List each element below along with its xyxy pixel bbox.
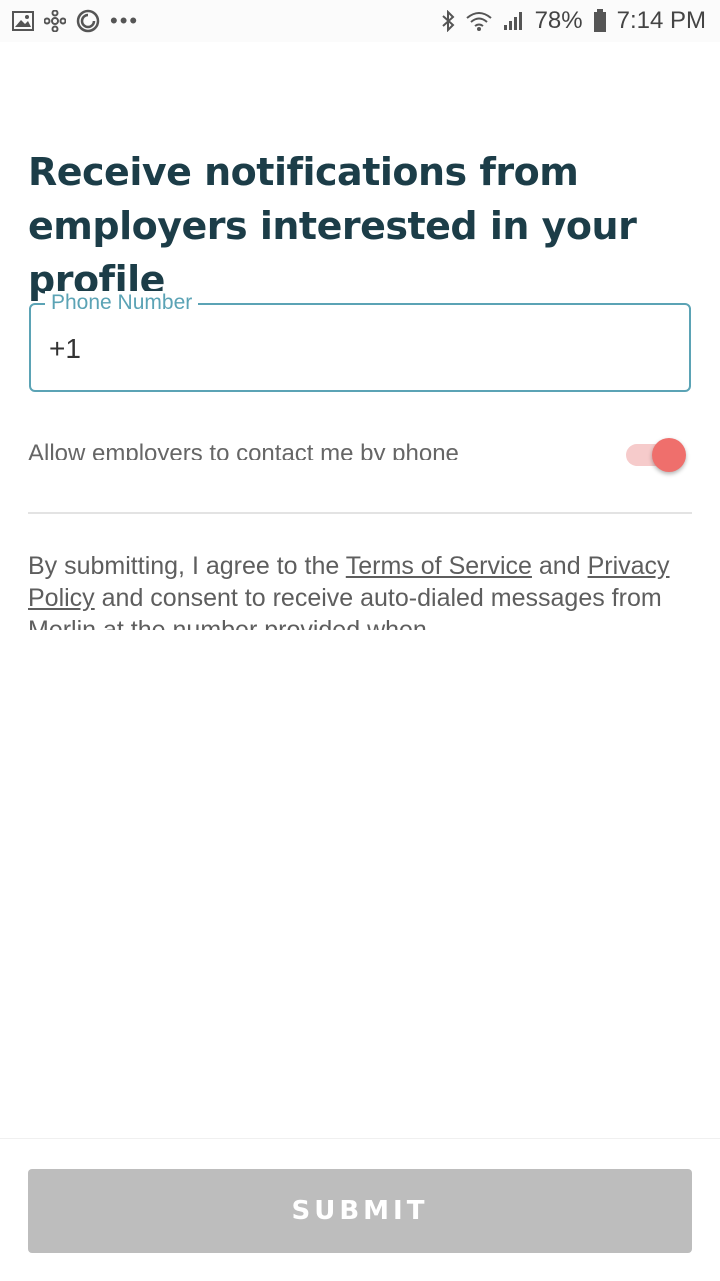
status-left: •••	[12, 9, 139, 33]
wifi-icon	[465, 10, 493, 32]
contact-toggle-row: Allow employers to contact me by phone	[28, 430, 692, 482]
switch-thumb	[652, 438, 686, 472]
phone-number-input[interactable]: +1	[49, 333, 81, 365]
contact-toggle-switch[interactable]	[626, 438, 686, 474]
terms-and: and	[531, 552, 588, 580]
phone-number-field[interactable]: Phone Number +1	[29, 291, 691, 392]
battery-icon	[593, 9, 607, 33]
phone-number-label: Phone Number	[45, 291, 199, 315]
status-bar: ••• 78% 7:14 PM	[0, 0, 720, 42]
image-icon	[12, 11, 34, 31]
divider	[28, 512, 692, 514]
pinwheel-icon	[44, 10, 66, 32]
bottom-bar: SUBMIT	[0, 1138, 720, 1281]
terms-of-service-link[interactable]: Terms of Service	[346, 552, 532, 580]
bluetooth-icon	[441, 10, 455, 32]
clock: 7:14 PM	[616, 7, 706, 34]
terms-prefix: By submitting, I agree to the	[28, 552, 346, 580]
terms-suffix: and consent to receive auto-dialed messa…	[28, 584, 662, 630]
submit-button[interactable]: SUBMIT	[28, 1169, 692, 1253]
sync-icon	[76, 9, 100, 33]
contact-toggle-label: Allow employers to contact me by phone	[28, 440, 459, 460]
more-dots-icon: •••	[110, 8, 140, 33]
page-title: Receive notifications from employers int…	[28, 150, 637, 302]
terms-text: By submitting, I agree to the Terms of S…	[28, 550, 692, 630]
battery-percent: 78%	[534, 7, 583, 34]
signal-icon	[503, 11, 525, 31]
status-right: 78% 7:14 PM	[441, 7, 706, 35]
